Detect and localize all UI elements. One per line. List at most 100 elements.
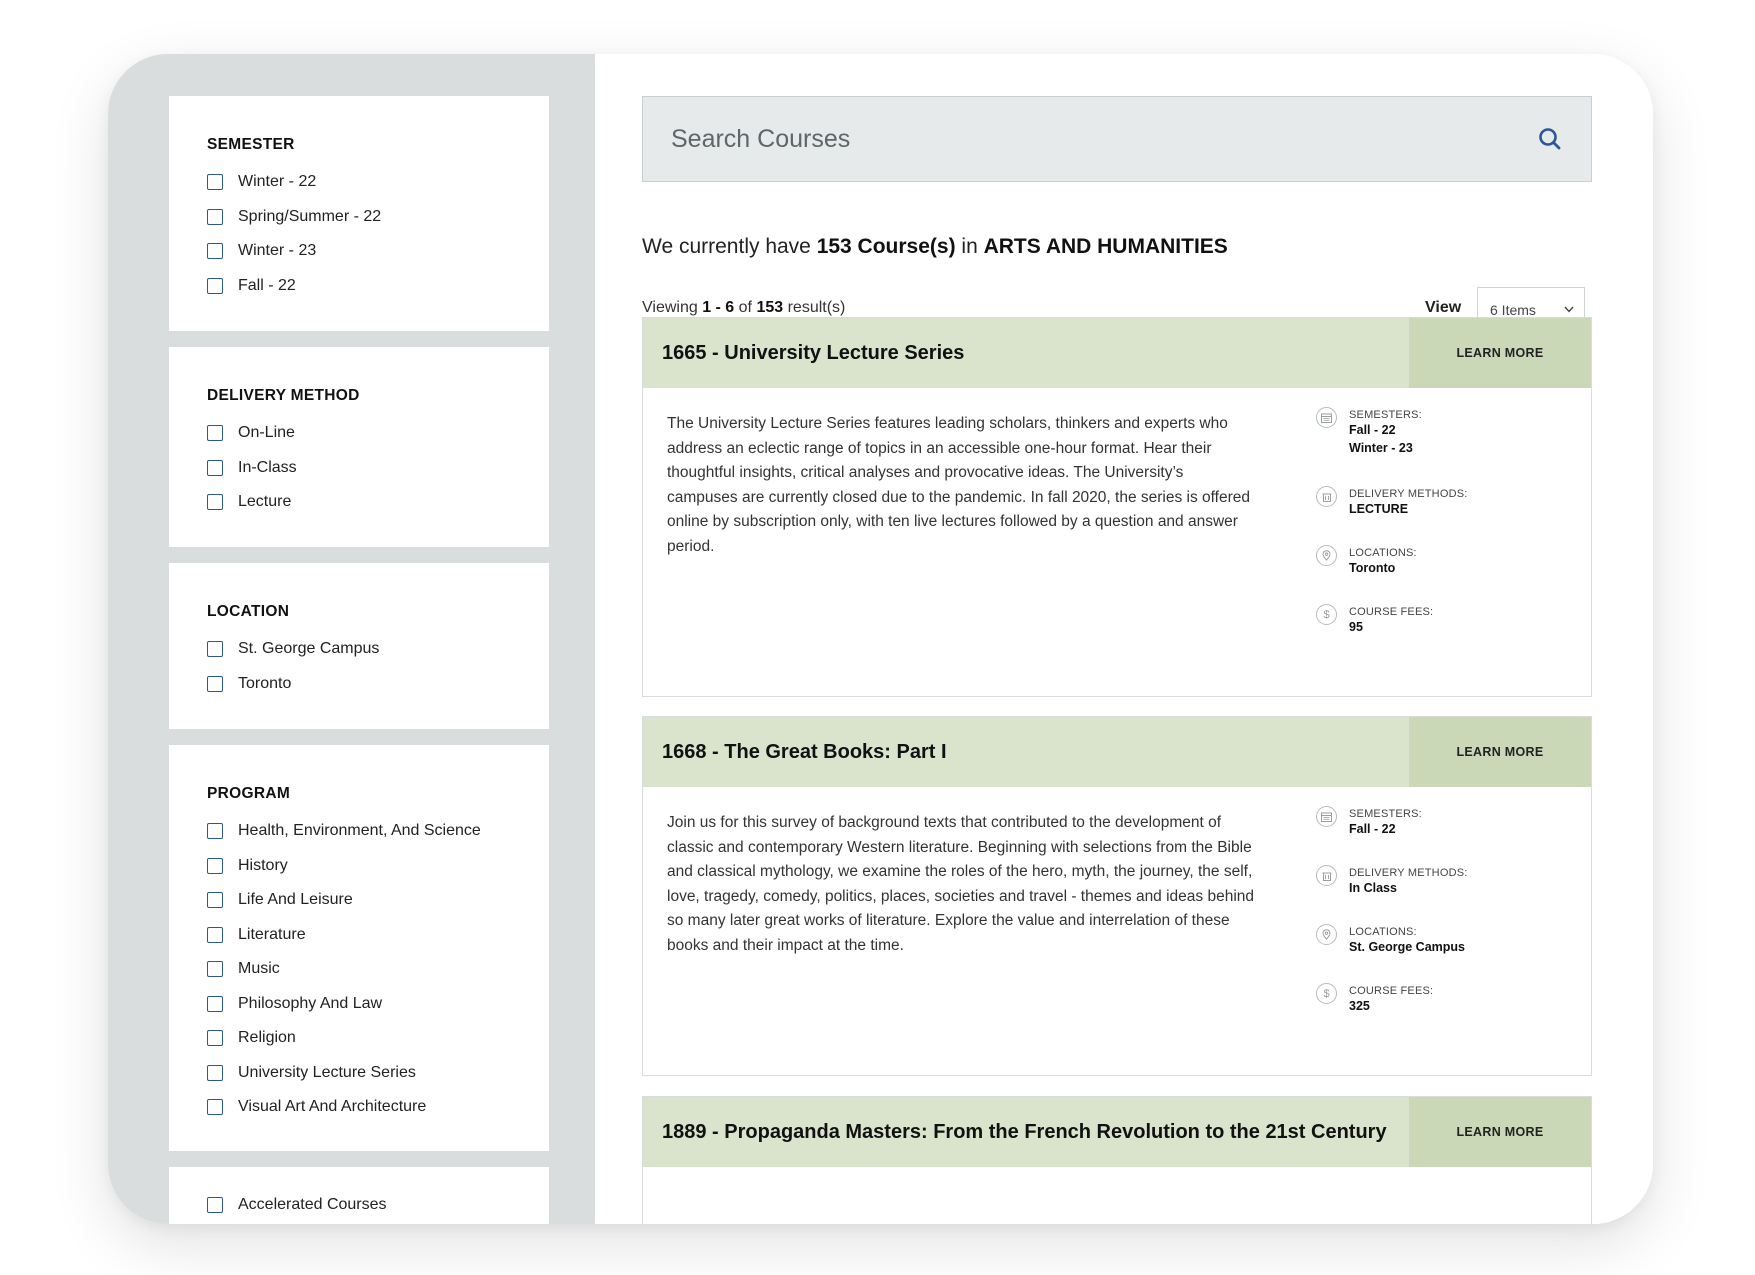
location-value: St. George Campus	[1349, 940, 1465, 954]
program-option[interactable]: Literature	[207, 918, 549, 953]
location-meta: LOCATIONS: St. George Campus	[1316, 924, 1465, 956]
semester-option-fall-22[interactable]: Fall - 22	[207, 269, 549, 304]
accelerated-courses-option[interactable]: Accelerated Courses	[207, 1188, 549, 1223]
checkbox[interactable]	[207, 208, 223, 225]
checkbox[interactable]	[207, 459, 223, 476]
delivery-option-in-class[interactable]: In-Class	[207, 451, 549, 486]
delivery-option-online[interactable]: On-Line	[207, 416, 549, 451]
chevron-down-icon	[1564, 306, 1574, 313]
course-card: 1889 - Propaganda Masters: From the Fren…	[642, 1096, 1592, 1224]
checkbox[interactable]	[207, 425, 223, 442]
semester-filter-title: SEMESTER	[207, 136, 295, 153]
program-filter: PROGRAM Health, Environment, And Science…	[169, 745, 549, 1151]
option-label: In-Class	[238, 458, 297, 476]
semester-option-winter-23[interactable]: Winter - 23	[207, 234, 549, 269]
course-results: We currently have 153 Course(s) in ARTS …	[595, 54, 1653, 1224]
semester-filter: SEMESTER Winter - 22 Spring/Summer - 22 …	[169, 96, 549, 331]
filter-sidebar: SEMESTER Winter - 22 Spring/Summer - 22 …	[108, 54, 595, 1224]
option-label: Winter - 22	[238, 173, 317, 191]
program-option[interactable]: Health, Environment, And Science	[207, 814, 549, 849]
category-name: ARTS AND HUMANITIES	[983, 235, 1228, 258]
checkbox[interactable]	[207, 675, 223, 692]
option-label: Life And Leisure	[238, 891, 353, 909]
location-option-st-george[interactable]: St. George Campus	[207, 632, 549, 667]
summary-middle: in	[955, 235, 984, 258]
location-value: Toronto	[1349, 561, 1396, 575]
delivery-method-filter: DELIVERY METHOD On-Line In-Class Lecture	[169, 347, 549, 547]
option-label: Religion	[238, 1029, 296, 1047]
checkbox[interactable]	[207, 823, 223, 840]
checkbox[interactable]	[207, 995, 223, 1012]
learn-more-button[interactable]: LEARN MORE	[1409, 1097, 1591, 1167]
location-filter-title: LOCATION	[207, 603, 290, 620]
pagination-info: Viewing 1 - 6 of 153 result(s)	[642, 299, 845, 317]
delivery-label: DELIVERY METHODS:	[1349, 867, 1468, 879]
course-header: 1665 - University Lecture Series LEARN M…	[643, 318, 1591, 388]
program-option[interactable]: Visual Art And Architecture	[207, 1090, 549, 1125]
semester-value: Fall - 22	[1349, 822, 1396, 836]
delivery-value: In Class	[1349, 881, 1397, 895]
checkbox[interactable]	[207, 641, 223, 658]
search-icon[interactable]	[1537, 126, 1563, 152]
results-summary: We currently have 153 Course(s) in ARTS …	[642, 235, 1228, 259]
learn-more-button[interactable]: LEARN MORE	[1409, 717, 1591, 787]
checkbox[interactable]	[207, 243, 223, 260]
checkbox[interactable]	[207, 1099, 223, 1116]
checkbox[interactable]	[207, 857, 223, 874]
course-header: 1889 - Propaganda Masters: From the Fren…	[643, 1097, 1591, 1167]
checkbox[interactable]	[207, 1197, 223, 1214]
semesters-meta: SEMESTERS: Fall - 22 Winter - 23	[1316, 407, 1422, 457]
locations-label: LOCATIONS:	[1349, 547, 1417, 559]
checkbox[interactable]	[207, 1064, 223, 1081]
delivery-meta: DELIVERY METHODS: In Class	[1316, 865, 1468, 897]
course-title[interactable]: 1665 - University Lecture Series	[643, 318, 1409, 388]
program-option[interactable]: University Lecture Series	[207, 1056, 549, 1091]
checkbox[interactable]	[207, 174, 223, 191]
fee-value: 95	[1349, 620, 1363, 634]
view-label: View	[1425, 299, 1462, 316]
viewing-of: of	[734, 299, 757, 316]
option-label: Health, Environment, And Science	[238, 822, 481, 840]
program-filter-title: PROGRAM	[207, 785, 291, 802]
delivery-option-lecture[interactable]: Lecture	[207, 485, 549, 520]
option-label: Lecture	[238, 493, 292, 511]
semester-option-winter-22[interactable]: Winter - 22	[207, 165, 549, 200]
course-card: 1665 - University Lecture Series LEARN M…	[642, 317, 1592, 697]
checkbox[interactable]	[207, 1030, 223, 1047]
map-pin-icon	[1316, 924, 1337, 945]
checkbox[interactable]	[207, 961, 223, 978]
search-input[interactable]	[671, 124, 1537, 154]
fees-label: COURSE FEES:	[1349, 606, 1434, 618]
program-option[interactable]: Music	[207, 952, 549, 987]
course-title[interactable]: 1668 - The Great Books: Part I	[643, 717, 1409, 787]
semesters-meta: SEMESTERS: Fall - 22	[1316, 806, 1422, 838]
delivery-filter-title: DELIVERY METHOD	[207, 387, 360, 404]
course-title[interactable]: 1889 - Propaganda Masters: From the Fren…	[643, 1097, 1409, 1167]
location-option-toronto[interactable]: Toronto	[207, 667, 549, 702]
checkbox[interactable]	[207, 494, 223, 511]
checkbox[interactable]	[207, 277, 223, 294]
learn-more-button[interactable]: LEARN MORE	[1409, 318, 1591, 388]
program-option[interactable]: Religion	[207, 1021, 549, 1056]
semester-option-spring-summer-22[interactable]: Spring/Summer - 22	[207, 200, 549, 235]
option-label: On-Line	[238, 424, 295, 442]
program-option[interactable]: History	[207, 849, 549, 884]
program-option[interactable]: Philosophy And Law	[207, 987, 549, 1022]
map-pin-icon	[1316, 545, 1337, 566]
course-count: 153 Course(s)	[816, 235, 956, 258]
location-meta: LOCATIONS: Toronto	[1316, 545, 1417, 577]
dollar-icon: $	[1316, 604, 1337, 625]
option-label: Music	[238, 960, 280, 978]
program-option[interactable]: Life And Leisure	[207, 883, 549, 918]
location-filter: LOCATION St. George Campus Toronto	[169, 563, 549, 729]
option-label: History	[238, 856, 288, 874]
option-label: Toronto	[238, 674, 292, 692]
checkbox[interactable]	[207, 892, 223, 909]
checkbox[interactable]	[207, 926, 223, 943]
delivery-label: DELIVERY METHODS:	[1349, 488, 1468, 500]
course-header: 1668 - The Great Books: Part I LEARN MOR…	[643, 717, 1591, 787]
extra-filter: Accelerated Courses	[169, 1167, 549, 1224]
option-label: Literature	[238, 925, 306, 943]
option-label: St. George Campus	[238, 640, 380, 658]
delivery-value: LECTURE	[1349, 502, 1409, 516]
